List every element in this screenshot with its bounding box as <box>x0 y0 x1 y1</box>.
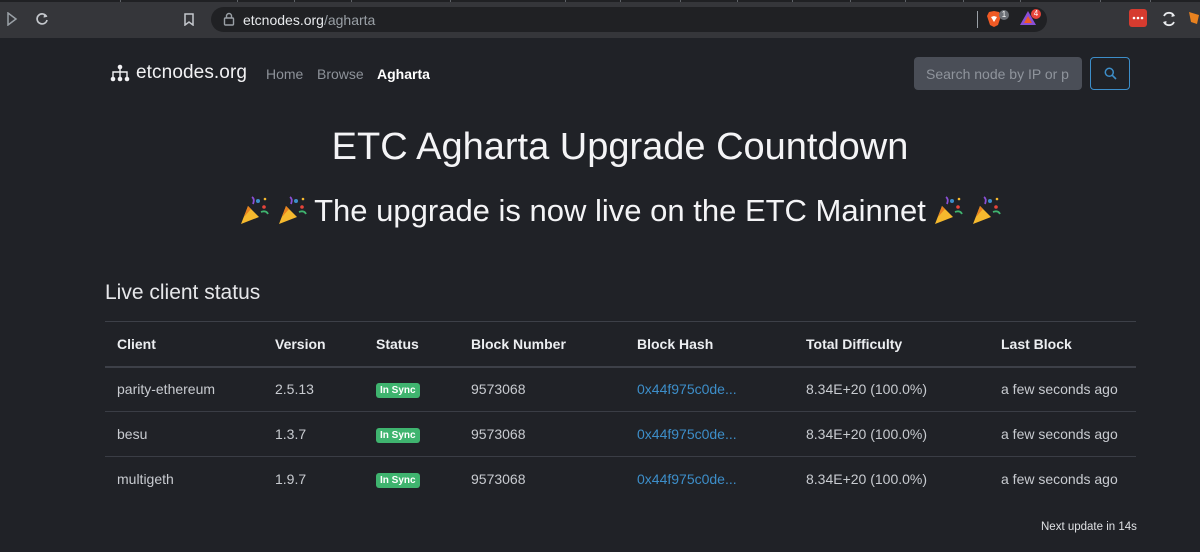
column-header-block-number: Block Number <box>459 321 625 368</box>
client-name: besu <box>105 411 263 457</box>
block-hash-link[interactable]: 0x44f975c0de... <box>637 471 737 487</box>
url-text: etcnodes.org/agharta <box>243 12 375 28</box>
search-button[interactable] <box>1090 57 1130 90</box>
address-divider <box>977 11 978 28</box>
status-badge: In Sync <box>376 383 420 399</box>
column-header-block-hash: Block Hash <box>625 321 794 368</box>
block-hash-cell: 0x44f975c0de... <box>625 457 794 502</box>
nav-link-home[interactable]: Home <box>266 66 303 82</box>
node-search-input[interactable] <box>914 57 1082 90</box>
column-header-client: Client <box>105 321 263 368</box>
total-difficulty: 8.34E+20 (100.0%) <box>794 366 989 412</box>
section-title: Live client status <box>105 281 261 304</box>
shields-count-badge: 1 <box>999 10 1009 20</box>
nav-link-browse[interactable]: Browse <box>317 66 364 82</box>
column-header-last-block: Last Block <box>989 321 1136 368</box>
upgrade-live-text: The upgrade is now live on the ETC Mainn… <box>314 193 926 228</box>
tab-strip <box>0 0 1200 2</box>
status-cell: In Sync <box>364 366 459 412</box>
last-block: a few seconds ago <box>989 366 1136 412</box>
url-path: /agharta <box>323 12 376 28</box>
client-version: 2.5.13 <box>263 366 364 412</box>
page-title: ETC Agharta Upgrade Countdown <box>331 126 909 168</box>
status-cell: In Sync <box>364 457 459 502</box>
column-header-status: Status <box>364 321 459 368</box>
address-bar[interactable]: etcnodes.org/agharta 1 <box>211 7 1047 32</box>
lock-icon <box>223 12 235 26</box>
column-header-version: Version <box>263 321 364 368</box>
block-hash-cell: 0x44f975c0de... <box>625 366 794 412</box>
client-status-table: Client Version Status Block Number Block… <box>105 321 1136 502</box>
party-popper-icon <box>279 196 307 224</box>
party-popper-icon <box>241 196 269 224</box>
block-hash-cell: 0x44f975c0de... <box>625 411 794 457</box>
url-host: etcnodes.org <box>243 12 324 28</box>
rewards-count-badge: 4 <box>1031 9 1041 19</box>
block-number: 9573068 <box>459 366 625 412</box>
fox-extension-icon[interactable] <box>1188 10 1200 28</box>
bookmark-icon[interactable] <box>181 10 197 28</box>
block-number: 9573068 <box>459 411 625 457</box>
block-hash-link[interactable]: 0x44f975c0de... <box>637 381 737 397</box>
extension-more-icon[interactable] <box>1129 9 1147 27</box>
client-version: 1.3.7 <box>263 411 364 457</box>
next-update-timer: Next update in 14s <box>1041 521 1137 533</box>
status-cell: In Sync <box>364 411 459 457</box>
sync-extension-icon[interactable] <box>1160 10 1178 28</box>
brand-name: etcnodes.org <box>136 62 248 83</box>
nav-link-agharta[interactable]: Agharta <box>377 66 430 82</box>
upgrade-live-banner: The upgrade is now live on the ETC Mainn… <box>0 193 1200 229</box>
table-header-row: Client Version Status Block Number Block… <box>105 321 1136 368</box>
site-brand[interactable]: etcnodes.org <box>110 62 247 84</box>
party-popper-icon <box>934 196 963 224</box>
block-hash-link[interactable]: 0x44f975c0de... <box>637 426 737 442</box>
column-header-total-difficulty: Total Difficulty <box>794 321 989 368</box>
client-name: multigeth <box>117 471 174 488</box>
last-block: a few seconds ago <box>1001 471 1118 488</box>
node-network-icon <box>110 64 130 82</box>
reload-icon[interactable] <box>33 10 51 28</box>
client-name: parity-ethereum <box>105 366 263 412</box>
block-number: 9573068 <box>471 471 526 488</box>
client-version: 1.9.7 <box>275 471 307 488</box>
table-row: parity-ethereum 2.5.13 In Sync 9573068 0… <box>105 366 1136 412</box>
play-icon[interactable] <box>4 10 20 28</box>
table-row: besu 1.3.7 In Sync 9573068 0x44f975c0de.… <box>105 411 1136 457</box>
status-badge: In Sync <box>376 473 420 489</box>
party-popper-icon <box>972 196 1001 224</box>
status-badge: In Sync <box>376 428 420 443</box>
total-difficulty: 8.34E+20 (100.0%) <box>794 411 989 457</box>
search-icon <box>1104 67 1117 80</box>
total-difficulty: 8.34E+20 (100.0%) <box>806 471 928 488</box>
last-block: a few seconds ago <box>989 411 1136 457</box>
table-row: multigeth 1.9.7 In Sync 9573068 0x44f975… <box>105 457 1136 502</box>
browser-toolbar: etcnodes.org/agharta 1 4 <box>0 0 1200 38</box>
